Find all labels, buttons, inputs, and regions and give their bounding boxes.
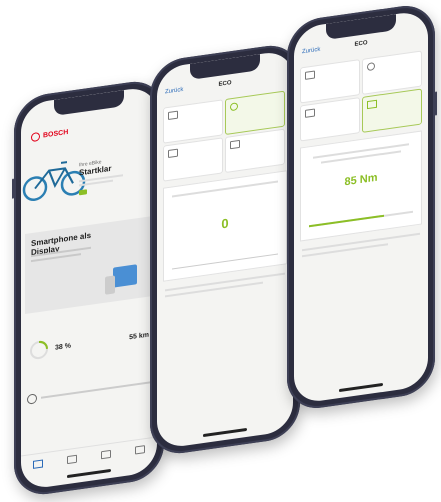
battery-percent: 38 % — [55, 342, 71, 352]
brand-header: BOSCH — [31, 128, 69, 143]
back-button[interactable]: Zurück — [165, 87, 183, 96]
option-icon — [367, 62, 375, 72]
option-icon — [230, 139, 240, 150]
tab-activity-icon[interactable] — [101, 449, 111, 460]
tab-map-icon[interactable] — [67, 454, 77, 465]
text-line — [302, 243, 388, 258]
home-indicator — [339, 382, 383, 393]
tab-home-icon[interactable] — [33, 459, 43, 469]
range-value: 55 km — [129, 331, 149, 341]
side-button — [435, 91, 437, 116]
battery-gauge-icon — [30, 340, 48, 360]
notch — [54, 90, 124, 116]
panel-line — [321, 150, 401, 164]
option-card[interactable] — [163, 137, 223, 182]
option-card[interactable] — [362, 50, 422, 95]
option-card[interactable] — [300, 97, 360, 142]
tab-profile-icon[interactable] — [135, 445, 145, 455]
slider-track[interactable] — [309, 210, 413, 228]
back-button[interactable]: Zurück — [302, 47, 320, 56]
option-card-selected[interactable] — [362, 88, 422, 133]
option-card[interactable] — [163, 99, 223, 144]
value-panel: 85 Nm — [300, 130, 422, 242]
phone-screen: Zurück ECO 0 — [157, 49, 293, 450]
value-display: 0 — [221, 215, 229, 232]
slider-track[interactable] — [172, 253, 278, 270]
stats-row: 38 % 55 km — [29, 315, 149, 372]
home-indicator — [203, 427, 247, 438]
display-device-icon — [105, 264, 137, 295]
side-button — [12, 178, 14, 199]
option-icon — [305, 70, 315, 80]
option-icon — [230, 102, 238, 112]
bike-status-block: Ihre eBike Startklar — [79, 153, 149, 196]
info-icon — [27, 393, 37, 405]
tab-bar — [21, 436, 157, 477]
phone-right: Zurück ECO 85 Nm — [287, 1, 437, 413]
torque-value: 85 Nm — [344, 171, 378, 189]
home-indicator — [67, 468, 111, 479]
value-panel: 0 — [163, 170, 287, 282]
panel-line — [172, 180, 278, 198]
brand-name: BOSCH — [43, 128, 69, 140]
option-icon — [168, 148, 178, 159]
list-item[interactable] — [27, 371, 151, 410]
bosch-logo-icon — [31, 131, 40, 143]
phone-left: BOSCH Ihre eBike Startklar Smartphone al… — [12, 77, 164, 499]
hero-card[interactable]: Smartphone als Display — [25, 216, 153, 314]
option-card-selected[interactable] — [225, 90, 285, 135]
option-icon — [305, 108, 315, 118]
option-icon — [367, 99, 377, 110]
nav-title: ECO — [354, 40, 368, 48]
option-card[interactable] — [225, 128, 285, 173]
option-card[interactable] — [300, 59, 360, 104]
phone-middle: Zurück ECO 0 — [150, 41, 302, 458]
list-item-line — [41, 381, 151, 399]
phone-screen: BOSCH Ihre eBike Startklar Smartphone al… — [21, 85, 157, 491]
slider-fill — [309, 214, 384, 228]
option-icon — [168, 110, 178, 121]
phone-screen: Zurück ECO 85 Nm — [294, 9, 428, 405]
nav-title: ECO — [218, 80, 232, 88]
